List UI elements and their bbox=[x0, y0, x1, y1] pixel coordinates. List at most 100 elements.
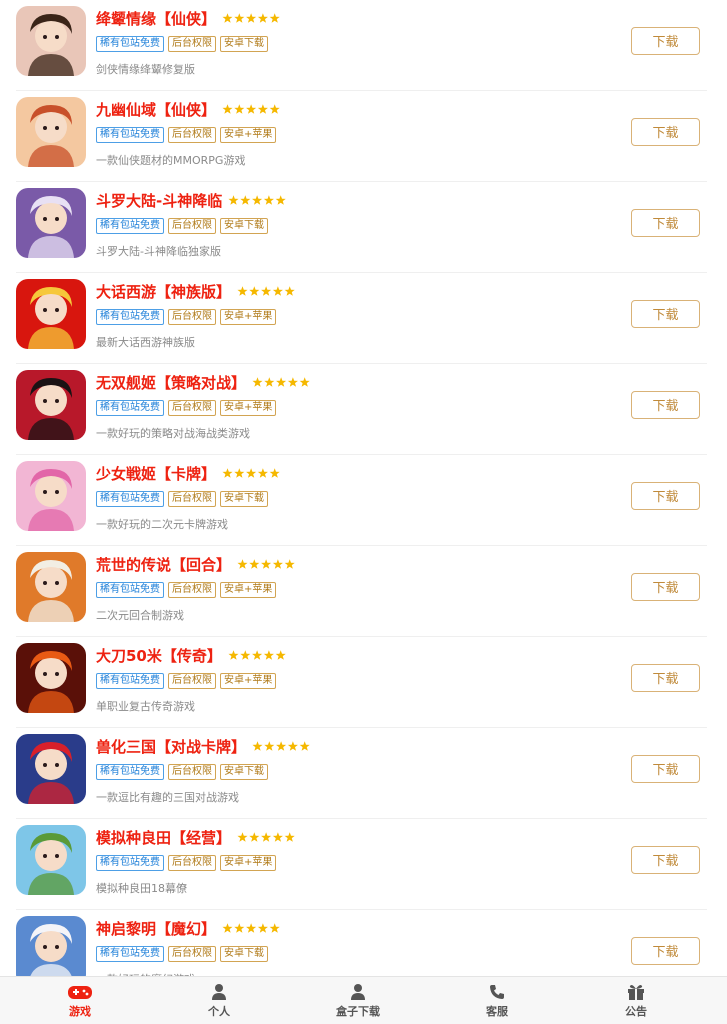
title-line: 绛颦情缘【仙侠】 bbox=[96, 8, 280, 28]
white-hair-hero-icon[interactable] bbox=[16, 552, 86, 622]
tag-free: 稀有包站免费 bbox=[96, 946, 164, 962]
tag-platform: 安卓+苹果 bbox=[220, 309, 277, 325]
tag-platform: 安卓+苹果 bbox=[220, 127, 277, 143]
tab-customer-service[interactable]: 客服 bbox=[442, 983, 552, 1023]
title-line: 少女戦姬【卡牌】 bbox=[96, 463, 280, 483]
tag-admin: 后台权限 bbox=[168, 673, 216, 689]
download-button[interactable]: 下载 bbox=[631, 391, 700, 419]
tag-platform: 安卓+苹果 bbox=[220, 400, 277, 416]
tag-admin: 后台权限 bbox=[168, 764, 216, 780]
game-description: 最新大话西游神族版 bbox=[96, 336, 195, 349]
game-row[interactable]: 神启黎明【魔幻】稀有包站免费后台权限安卓下载一款好玩的魔幻游戏下载 bbox=[0, 910, 727, 976]
tag-free: 稀有包站免费 bbox=[96, 673, 164, 689]
game-title[interactable]: 大刀50米【传奇】 bbox=[96, 647, 222, 665]
user-download-icon bbox=[303, 983, 413, 1001]
tag-platform: 安卓+苹果 bbox=[220, 582, 277, 598]
tab-label: 客服 bbox=[486, 1005, 508, 1018]
game-row[interactable]: 大话西游【神族版】稀有包站免费 后台权限 安卓+苹果 最新大话西游神族版 下载 bbox=[0, 273, 727, 364]
rating-stars-icon bbox=[237, 832, 295, 843]
tag-platform: 安卓下载 bbox=[220, 946, 268, 962]
game-title[interactable]: 兽化三国【对战卡牌】 bbox=[96, 738, 246, 756]
douluo-girl-icon[interactable] bbox=[16, 188, 86, 258]
rating-stars-icon bbox=[228, 195, 286, 206]
tab-box-download[interactable]: 盒子下载 bbox=[303, 983, 413, 1023]
game-title[interactable]: 大话西游【神族版】 bbox=[96, 283, 231, 301]
game-title[interactable]: 绛颦情缘【仙侠】 bbox=[96, 10, 216, 28]
download-button[interactable]: 下载 bbox=[631, 664, 700, 692]
game-title[interactable]: 无双舰姬【策略对战】 bbox=[96, 374, 246, 392]
rating-stars-icon bbox=[237, 286, 295, 297]
tag-admin: 后台权限 bbox=[168, 491, 216, 507]
download-button[interactable]: 下载 bbox=[631, 482, 700, 510]
tag-list: 稀有包站免费 后台权限 安卓+苹果 bbox=[96, 127, 280, 143]
bottom-tab-bar: 游戏 个人 盒子下载 客服 公告 bbox=[0, 976, 727, 1024]
tag-platform: 安卓下载 bbox=[220, 491, 268, 507]
rating-stars-icon bbox=[222, 104, 280, 115]
title-line: 大话西游【神族版】 bbox=[96, 281, 295, 301]
gamepad-icon bbox=[25, 983, 135, 1001]
download-button[interactable]: 下载 bbox=[631, 209, 700, 237]
download-button[interactable]: 下载 bbox=[631, 300, 700, 328]
title-line: 大刀50米【传奇】 bbox=[96, 645, 286, 665]
tag-admin: 后台权限 bbox=[168, 855, 216, 871]
fairy-girl-icon[interactable] bbox=[16, 6, 86, 76]
title-line: 神启黎明【魔幻】 bbox=[96, 918, 280, 938]
game-row[interactable]: 九幽仙域【仙侠】稀有包站免费 后台权限 安卓+苹果 一款仙侠题材的MMORPG游戏 下载 bbox=[0, 91, 727, 182]
tab-announcement[interactable]: 公告 bbox=[581, 983, 691, 1023]
game-row[interactable]: 荒世的传说【回合】 稀有包站免费 后台权限 安卓+苹果 二次元回合制游戏 下载 bbox=[0, 546, 727, 637]
dragon-warrior-icon[interactable] bbox=[16, 643, 86, 713]
game-row[interactable]: 无双舰姬【策略对战】 稀有包站免费 后台权限 安卓+苹果 一款好玩的策略对战海战类游戏 下… bbox=[0, 364, 727, 455]
tag-admin: 后台权限 bbox=[168, 127, 216, 143]
download-button[interactable]: 下载 bbox=[631, 118, 700, 146]
game-description: 一款仙侠题材的MMORPG游戏 bbox=[96, 154, 246, 167]
tag-platform: 安卓+苹果 bbox=[220, 673, 277, 689]
download-button[interactable]: 下载 bbox=[631, 846, 700, 874]
xiyou-emblem-icon[interactable] bbox=[16, 279, 86, 349]
game-title[interactable]: 斗罗大陆-斗神降临 bbox=[96, 192, 222, 210]
tag-list: 稀有包站免费 后台权限 安卓+苹果 bbox=[96, 400, 280, 416]
tab-label: 个人 bbox=[208, 1005, 230, 1018]
rating-stars-icon bbox=[252, 741, 310, 752]
game-description: 剑侠情缘绛颦修复版 bbox=[96, 63, 195, 76]
title-line: 荒世的传说【回合】 bbox=[96, 554, 295, 574]
game-row[interactable]: 大刀50米【传奇】 稀有包站免费 后台权限 安卓+苹果单职业复古传奇游戏 下载 bbox=[0, 637, 727, 728]
title-line: 兽化三国【对战卡牌】 bbox=[96, 736, 310, 756]
title-line: 无双舰姬【策略对战】 bbox=[96, 372, 310, 392]
tab-profile[interactable]: 个人 bbox=[164, 983, 274, 1023]
tag-list: 稀有包站免费 后台权限 安卓+苹果 bbox=[96, 309, 280, 325]
farmer-field-icon[interactable] bbox=[16, 825, 86, 895]
pink-hair-girl-icon[interactable] bbox=[16, 461, 86, 531]
game-title[interactable]: 模拟种良田【经营】 bbox=[96, 829, 231, 847]
tab-games[interactable]: 游戏 bbox=[25, 983, 135, 1023]
download-button[interactable]: 下载 bbox=[631, 937, 700, 965]
tag-list: 稀有包站免费 后台权限 安卓+苹果 bbox=[96, 582, 280, 598]
game-row[interactable]: 模拟种良田【经营】 稀有包站免费 后台权限 安卓+苹果 模拟种良田18幕僚 下载 bbox=[0, 819, 727, 910]
download-button[interactable]: 下载 bbox=[631, 573, 700, 601]
game-row[interactable]: 绛颦情缘【仙侠】稀有包站免费 后台权限 安卓下载 剑侠情缘绛颦修复版 下载 bbox=[0, 0, 727, 91]
game-row[interactable]: 斗罗大陆-斗神降临稀有包站免费 后台权限 安卓下载 斗罗大陆-斗神降临独家版 下载 bbox=[0, 182, 727, 273]
game-title[interactable]: 荒世的传说【回合】 bbox=[96, 556, 231, 574]
tag-list: 稀有包站免费 后台权限 安卓+苹果 bbox=[96, 855, 280, 871]
user-icon bbox=[164, 983, 274, 1001]
tab-label: 盒子下载 bbox=[336, 1005, 380, 1018]
tag-admin: 后台权限 bbox=[168, 36, 216, 52]
download-button[interactable]: 下载 bbox=[631, 755, 700, 783]
game-title[interactable]: 九幽仙域【仙侠】 bbox=[96, 101, 216, 119]
tag-list: 稀有包站免费 后台权限 安卓下载 bbox=[96, 491, 272, 507]
masked-warrior-icon[interactable] bbox=[16, 734, 86, 804]
game-description: 斗罗大陆-斗神降临独家版 bbox=[96, 245, 221, 258]
game-row[interactable]: 少女戦姬【卡牌】 稀有包站免费 后台权限 安卓下载 一款好玩的二次元卡牌游戏 下载 bbox=[0, 455, 727, 546]
tag-list: 稀有包站免费 后台权限 安卓下载 bbox=[96, 36, 272, 52]
anime-girl-icon[interactable] bbox=[16, 370, 86, 440]
red-hair-fairy-icon[interactable] bbox=[16, 97, 86, 167]
rating-stars-icon bbox=[222, 13, 280, 24]
tag-admin: 后台权限 bbox=[168, 218, 216, 234]
game-row[interactable]: 兽化三国【对战卡牌】 稀有包站免费 后台权限 安卓下载 一款逗比有趣的三国对战游戏 下载 bbox=[0, 728, 727, 819]
game-title[interactable]: 神启黎明【魔幻】 bbox=[96, 920, 216, 938]
white-hair-mage-icon[interactable] bbox=[16, 916, 86, 976]
phone-icon bbox=[442, 983, 552, 1001]
game-title[interactable]: 少女戦姬【卡牌】 bbox=[96, 465, 216, 483]
game-description: 单职业复古传奇游戏 bbox=[96, 700, 195, 713]
tag-list: 稀有包站免费 后台权限 安卓下载 bbox=[96, 218, 272, 234]
download-button[interactable]: 下载 bbox=[631, 27, 700, 55]
